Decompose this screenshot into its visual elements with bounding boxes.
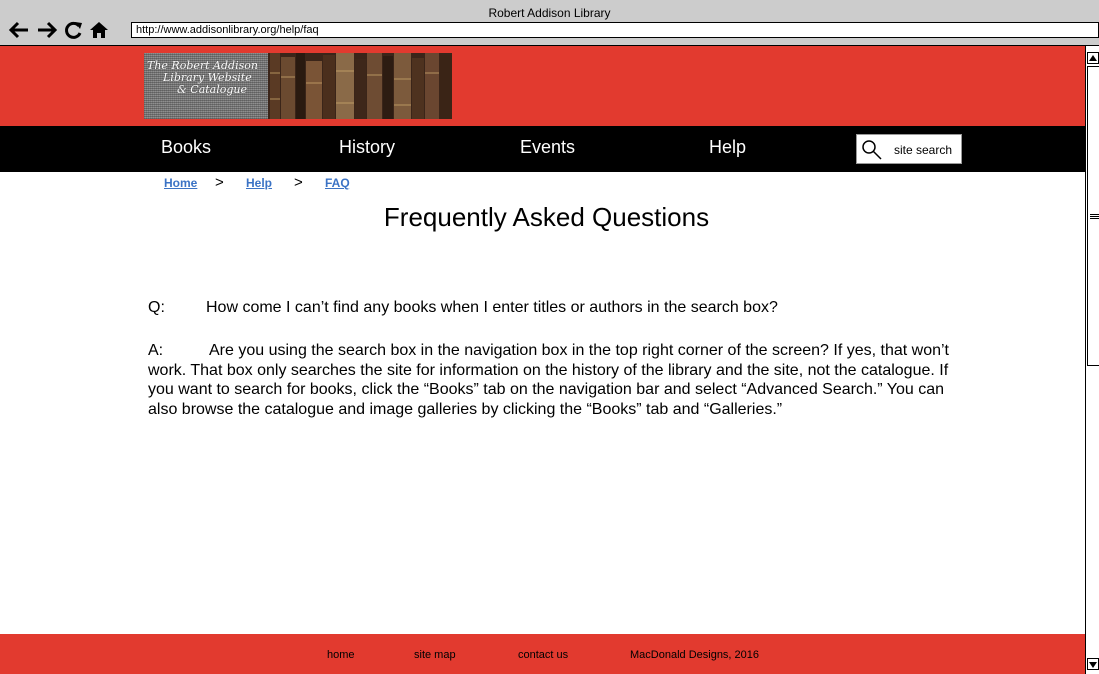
scroll-up-arrow-icon[interactable]	[1087, 52, 1099, 64]
footer: home site map contact us MacDonald Desig…	[0, 634, 1085, 674]
question-text: How come I can’t find any books when I e…	[206, 299, 778, 316]
nav-item-events[interactable]: Events	[520, 137, 575, 158]
site-search-input[interactable]: site search	[856, 134, 962, 164]
logo-text: The Robert Addison Library Website & Cat…	[147, 60, 265, 96]
search-icon	[862, 140, 882, 160]
window-title: Robert Addison Library	[488, 6, 611, 20]
url-bar[interactable]: http://www.addisonlibrary.org/help/faq	[131, 22, 1099, 38]
vertical-scrollbar[interactable]	[1085, 46, 1099, 674]
home-button[interactable]	[88, 20, 110, 40]
answer-label: A:	[148, 342, 164, 359]
logo-line: & Catalogue	[177, 83, 248, 96]
footer-link-site-map[interactable]: site map	[414, 649, 456, 661]
site-logo[interactable]: The Robert Addison Library Website & Cat…	[144, 53, 452, 119]
nav-item-history[interactable]: History	[339, 137, 395, 158]
page-title: Frequently Asked Questions	[383, 202, 710, 232]
arrow-right-icon	[38, 21, 58, 39]
breadcrumb-help-link[interactable]: Help	[246, 176, 272, 190]
page-content: The Robert Addison Library Website & Cat…	[0, 46, 1085, 674]
breadcrumb-separator: >	[215, 174, 224, 191]
back-button[interactable]	[8, 20, 30, 40]
footer-copyright: MacDonald Designs, 2016	[630, 649, 760, 661]
nav-item-help[interactable]: Help	[709, 137, 746, 158]
arrow-left-icon	[8, 21, 28, 39]
scroll-down-arrow-icon[interactable]	[1087, 658, 1099, 670]
logo-books-image	[268, 53, 452, 119]
reload-icon	[65, 21, 82, 39]
question-label: Q:	[148, 299, 165, 316]
home-icon	[90, 22, 108, 38]
header-banner: The Robert Addison Library Website & Cat…	[0, 46, 1085, 126]
main-nav: Books History Events Help site search	[0, 126, 1085, 172]
faq-answer: A: Are you using the search box in the na…	[148, 341, 968, 419]
browser-toolbar: Robert Addison Library http://www.addiso…	[0, 0, 1099, 46]
footer-link-home[interactable]: home	[327, 649, 355, 661]
forward-button[interactable]	[36, 20, 58, 40]
reload-button[interactable]	[63, 20, 85, 40]
breadcrumb-separator: >	[294, 174, 303, 191]
breadcrumb-home-link[interactable]: Home	[164, 176, 197, 190]
breadcrumb-faq-link[interactable]: FAQ	[325, 176, 350, 190]
nav-item-books[interactable]: Books	[161, 137, 211, 158]
grip-icon	[1090, 214, 1099, 219]
scrollbar-thumb[interactable]	[1087, 66, 1099, 366]
footer-link-contact-us[interactable]: contact us	[518, 649, 568, 661]
search-placeholder: site search	[894, 143, 953, 157]
answer-text: Are you using the search box in the navi…	[148, 342, 949, 418]
